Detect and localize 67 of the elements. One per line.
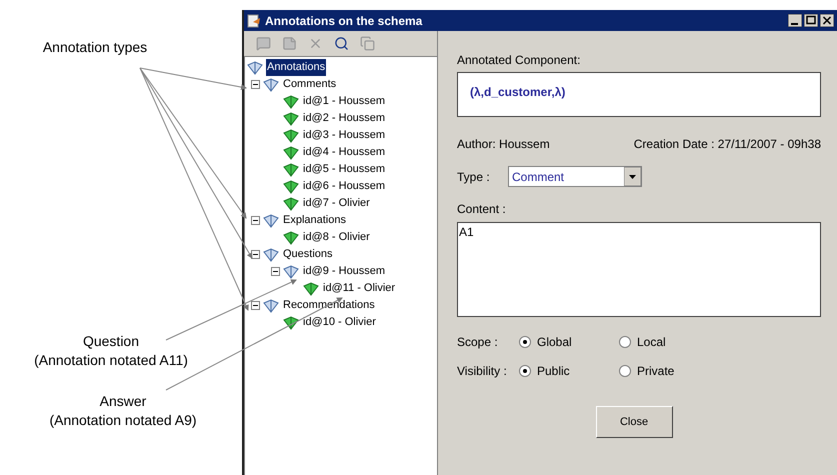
radio-label: Local bbox=[637, 334, 666, 351]
book-icon bbox=[283, 162, 299, 176]
caret-icon bbox=[624, 167, 641, 186]
tree-item[interactable]: id@10 - Olivier bbox=[302, 314, 377, 331]
collapse-icon[interactable] bbox=[251, 80, 260, 89]
radio-button[interactable] bbox=[619, 336, 631, 348]
radio-label: Private bbox=[637, 363, 674, 380]
book-icon bbox=[283, 316, 299, 330]
radio-label: Global bbox=[537, 334, 572, 351]
radio-button[interactable] bbox=[619, 365, 631, 377]
field-label: Content : bbox=[457, 201, 507, 216]
tree-item[interactable]: Comments bbox=[282, 76, 338, 93]
field-label: Visibility : bbox=[457, 363, 508, 380]
close-button[interactable]: Close bbox=[596, 406, 672, 438]
tree-item[interactable]: Recommendations bbox=[282, 297, 376, 314]
collapse-icon[interactable] bbox=[251, 250, 260, 259]
content-field[interactable]: A1 bbox=[457, 222, 821, 317]
field-label: Annotated Component: bbox=[457, 52, 582, 67]
book-icon bbox=[283, 112, 299, 126]
field-label: Scope : bbox=[457, 334, 499, 351]
maximize-icon[interactable] bbox=[804, 14, 818, 27]
close-icon[interactable] bbox=[820, 14, 834, 27]
tree-item[interactable]: id@8 - Olivier bbox=[302, 229, 371, 246]
tree-item[interactable]: id@7 - Olivier bbox=[302, 195, 371, 212]
book-icon bbox=[283, 94, 299, 108]
radio-button[interactable] bbox=[519, 336, 531, 348]
book-icon bbox=[263, 214, 279, 228]
book-icon bbox=[283, 180, 299, 194]
tree-item[interactable]: Questions bbox=[282, 246, 334, 263]
collapse-icon[interactable] bbox=[251, 216, 260, 225]
tree-item[interactable]: id@2 - Houssem bbox=[302, 110, 386, 127]
book-icon bbox=[263, 298, 279, 312]
tree-item[interactable]: id@6 - Houssem bbox=[302, 178, 386, 195]
type-dropdown[interactable]: Comment bbox=[508, 166, 642, 187]
field-label: Type : bbox=[457, 168, 491, 186]
tree-item[interactable]: id@3 - Houssem bbox=[302, 127, 386, 144]
book-icon bbox=[263, 78, 279, 92]
callout-label: (Annotation notated A11) bbox=[34, 351, 188, 370]
tree-item[interactable]: id@4 - Houssem bbox=[302, 144, 386, 161]
tree-item[interactable]: Annotations bbox=[266, 59, 326, 76]
tree-item[interactable]: id@5 - Houssem bbox=[302, 161, 386, 178]
creation-date: Creation Date : 27/11/2007 - 09h38 bbox=[634, 136, 821, 153]
minimize-icon[interactable] bbox=[788, 14, 802, 27]
tree-item[interactable]: id@11 - Olivier bbox=[322, 280, 396, 297]
collapse-icon[interactable] bbox=[271, 267, 280, 276]
book-icon bbox=[283, 196, 299, 210]
book-icon bbox=[283, 146, 299, 160]
book-icon bbox=[283, 230, 299, 244]
tree-item[interactable]: id@9 - Houssem bbox=[302, 263, 386, 280]
callout-label: (Annotation notated A9) bbox=[49, 411, 197, 430]
book-icon bbox=[303, 282, 319, 296]
book-icon bbox=[247, 60, 263, 74]
window-icon bbox=[247, 14, 261, 28]
book-icon bbox=[283, 128, 299, 142]
book-icon bbox=[283, 264, 299, 278]
window-title: Annotations on the schema bbox=[265, 12, 424, 30]
radio-label: Public bbox=[537, 363, 570, 380]
callout-label: Question bbox=[82, 332, 140, 351]
tree-item[interactable]: Explanations bbox=[282, 212, 347, 229]
book-icon bbox=[263, 248, 279, 262]
radio-button[interactable] bbox=[519, 365, 531, 377]
callout-label: Answer bbox=[100, 392, 146, 411]
tree-item[interactable]: id@1 - Houssem bbox=[302, 93, 386, 110]
author-text: Author: Houssem bbox=[457, 136, 550, 153]
collapse-icon[interactable] bbox=[251, 301, 260, 310]
callout-label: Annotation types bbox=[42, 38, 148, 56]
component-value: (λ,d_customer,λ) bbox=[470, 85, 566, 99]
